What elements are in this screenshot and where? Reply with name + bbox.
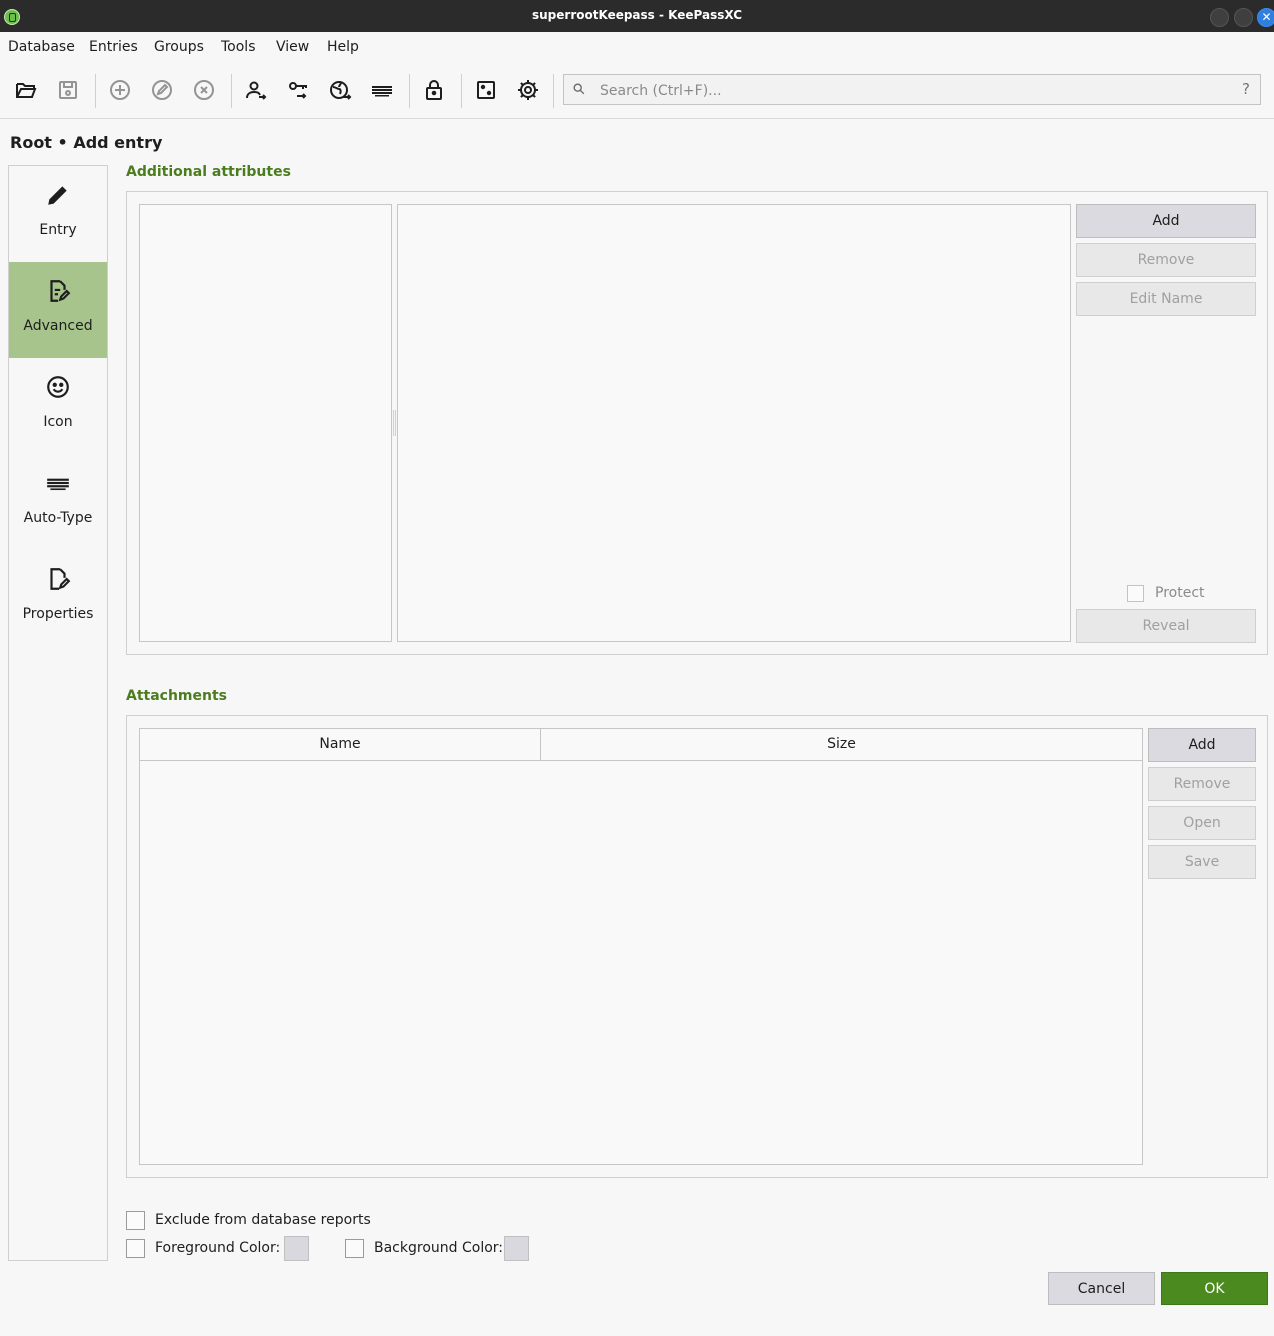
add-attachment-button[interactable]: Add <box>1148 728 1256 762</box>
sidebar-item-auto-type[interactable]: Auto-Type <box>9 454 107 550</box>
sidebar-item-label: Icon <box>43 414 73 430</box>
sidebar-item-label: Entry <box>39 222 77 238</box>
sidebar-item-label: Advanced <box>23 318 93 334</box>
add-attribute-button[interactable]: Add <box>1076 204 1256 238</box>
auto-type-keyboard-icon[interactable] <box>368 76 396 104</box>
menu-view[interactable]: View <box>276 39 309 55</box>
save-database-icon[interactable] <box>54 76 82 104</box>
sidebar-item-icon[interactable]: Icon <box>9 358 107 454</box>
toolbar-separator <box>95 74 96 108</box>
minimize-button[interactable] <box>1210 8 1229 27</box>
column-header-name[interactable]: Name <box>140 729 540 760</box>
sidebar-item-advanced[interactable]: Advanced <box>9 262 107 358</box>
background-color-swatch[interactable] <box>504 1236 529 1261</box>
close-window-button[interactable]: ✕ <box>1257 8 1274 27</box>
file-properties-icon <box>50 568 71 590</box>
remove-attachment-button[interactable]: Remove <box>1148 767 1256 801</box>
foreground-color-checkbox[interactable] <box>126 1239 145 1258</box>
toolbar-separator <box>461 74 462 108</box>
additional-attributes-group: Add Remove Edit Name Protect Reveal <box>126 191 1268 655</box>
cancel-button[interactable]: Cancel <box>1048 1272 1155 1305</box>
smiley-icon <box>47 376 69 398</box>
sidebar-item-label: Properties <box>22 606 94 622</box>
add-entry-icon[interactable] <box>106 76 134 104</box>
toolbar: ? <box>0 62 1274 119</box>
sidebar-item-properties[interactable]: Properties <box>9 550 107 646</box>
menu-tools[interactable]: Tools <box>221 39 256 55</box>
menu-groups[interactable]: Groups <box>154 39 204 55</box>
toolbar-separator <box>409 74 410 108</box>
menu-bar: Database Entries Groups Tools View Help <box>0 32 1274 62</box>
save-attachment-button[interactable]: Save <box>1148 845 1256 879</box>
sidebar-item-label: Auto-Type <box>23 510 93 526</box>
page-title: Root • Add entry <box>10 133 163 152</box>
copy-username-icon[interactable] <box>242 76 270 104</box>
edit-name-button[interactable]: Edit Name <box>1076 282 1256 316</box>
category-sidebar: Entry Advanced Icon Auto-Type Properties <box>8 165 108 1261</box>
lock-database-icon[interactable] <box>420 76 448 104</box>
attribute-value-editor[interactable] <box>397 204 1071 642</box>
document-edit-icon <box>50 280 71 302</box>
title-bar: superrootKeepass - KeePassXC ✕ <box>0 0 1274 32</box>
column-header-size[interactable]: Size <box>541 729 1142 760</box>
menu-entries[interactable]: Entries <box>89 39 138 55</box>
menu-help[interactable]: Help <box>327 39 359 55</box>
pencil-icon <box>48 186 67 205</box>
splitter-handle[interactable] <box>393 410 396 436</box>
foreground-color-label: Foreground Color: <box>155 1240 281 1256</box>
menu-database[interactable]: Database <box>8 39 75 55</box>
additional-attributes-title: Additional attributes <box>126 164 291 180</box>
search-box: ? <box>563 74 1261 105</box>
maximize-button[interactable] <box>1234 8 1253 27</box>
background-color-label: Background Color: <box>374 1240 503 1256</box>
delete-entry-icon[interactable] <box>190 76 218 104</box>
open-attachment-button[interactable]: Open <box>1148 806 1256 840</box>
sidebar-item-entry[interactable]: Entry <box>9 166 107 262</box>
protect-label: Protect <box>1155 585 1205 601</box>
exclude-reports-label: Exclude from database reports <box>155 1212 371 1228</box>
toolbar-separator <box>553 74 554 108</box>
open-url-icon[interactable] <box>326 76 354 104</box>
copy-password-icon[interactable] <box>284 76 312 104</box>
attachments-table[interactable]: Name Size <box>139 728 1143 1165</box>
protect-checkbox[interactable] <box>1127 585 1144 602</box>
reveal-button[interactable]: Reveal <box>1076 609 1256 643</box>
search-input[interactable] <box>598 78 1222 103</box>
search-help-button[interactable]: ? <box>1242 80 1250 98</box>
ok-button[interactable]: OK <box>1161 1272 1268 1305</box>
foreground-color-swatch[interactable] <box>284 1236 309 1261</box>
open-database-icon[interactable] <box>12 76 40 104</box>
password-generator-dice-icon[interactable] <box>472 76 500 104</box>
edit-entry-icon[interactable] <box>148 76 176 104</box>
keyboard-icon <box>47 478 69 491</box>
settings-gear-icon[interactable] <box>514 76 542 104</box>
toolbar-separator <box>231 74 232 108</box>
search-icon <box>573 83 585 95</box>
attachments-table-header: Name Size <box>140 729 1142 761</box>
attribute-name-list[interactable] <box>139 204 392 642</box>
attachments-title: Attachments <box>126 688 228 704</box>
remove-attribute-button[interactable]: Remove <box>1076 243 1256 277</box>
window-title: superrootKeepass - KeePassXC <box>532 8 742 22</box>
exclude-reports-checkbox[interactable] <box>126 1211 145 1230</box>
attachments-group: Name Size Add Remove Open Save <box>126 715 1268 1178</box>
background-color-checkbox[interactable] <box>345 1239 364 1258</box>
